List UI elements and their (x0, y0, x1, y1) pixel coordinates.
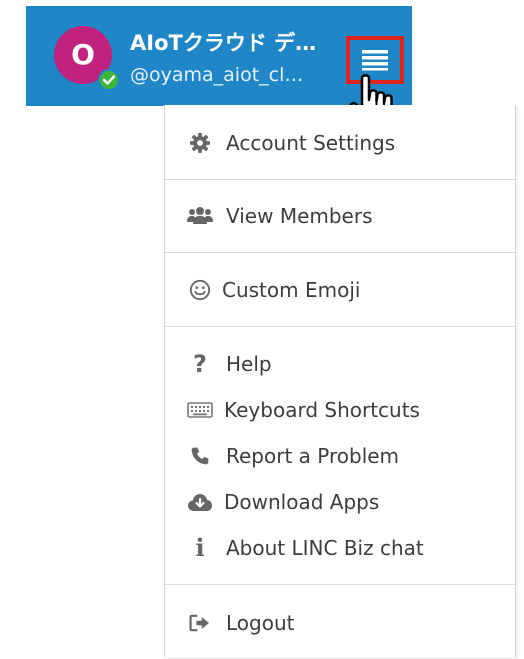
team-name[interactable]: AIoTクラウド デ… (130, 30, 344, 56)
logout-icon (187, 610, 213, 636)
menu-divider (165, 584, 515, 585)
cloud-download-icon (187, 489, 213, 515)
avatar-initial: O (71, 38, 95, 71)
menu-item-label: Download Apps (224, 490, 380, 514)
menu-item-report-a-problem[interactable]: Report a Problem (165, 436, 515, 476)
menu-item-view-members[interactable]: View Members (165, 196, 515, 236)
users-icon (187, 203, 213, 229)
hamburger-menu-icon (362, 50, 388, 71)
app-stage: O AIoTクラウド デ… @oyama_aiot_cl… Account Se… (0, 0, 524, 659)
menu-item-label: Custom Emoji (222, 278, 361, 302)
menu-item-keyboard-shortcuts[interactable]: Keyboard Shortcuts (165, 390, 515, 430)
main-menu-dropdown: Account Settings View Members Custom Emo… (164, 105, 516, 657)
username: @oyama_aiot_cl… (130, 64, 304, 86)
menu-divider (165, 252, 515, 253)
menu-item-custom-emoji[interactable]: Custom Emoji (165, 270, 515, 310)
info-icon: i (195, 533, 205, 562)
menu-item-label: Logout (226, 611, 295, 635)
menu-item-label: Report a Problem (226, 444, 400, 468)
menu-item-account-settings[interactable]: Account Settings (165, 123, 515, 163)
online-status-icon (98, 69, 120, 91)
menu-item-label: View Members (226, 204, 373, 228)
menu-item-logout[interactable]: Logout (165, 603, 515, 643)
menu-item-label: Account Settings (226, 131, 396, 155)
phone-icon (187, 443, 213, 469)
gear-icon (187, 130, 213, 156)
menu-item-help[interactable]: ? Help (165, 344, 515, 384)
menu-divider (165, 326, 515, 327)
menu-item-label: Help (226, 352, 272, 376)
question-icon: ? (193, 350, 207, 378)
menu-divider (165, 179, 515, 180)
keyboard-icon (187, 397, 213, 423)
smiley-icon (187, 277, 213, 303)
menu-item-download-apps[interactable]: Download Apps (165, 482, 515, 522)
menu-item-label: About LINC Biz chat (226, 536, 424, 560)
menu-item-label: Keyboard Shortcuts (224, 398, 420, 422)
menu-item-about[interactable]: i About LINC Biz chat (165, 528, 515, 568)
